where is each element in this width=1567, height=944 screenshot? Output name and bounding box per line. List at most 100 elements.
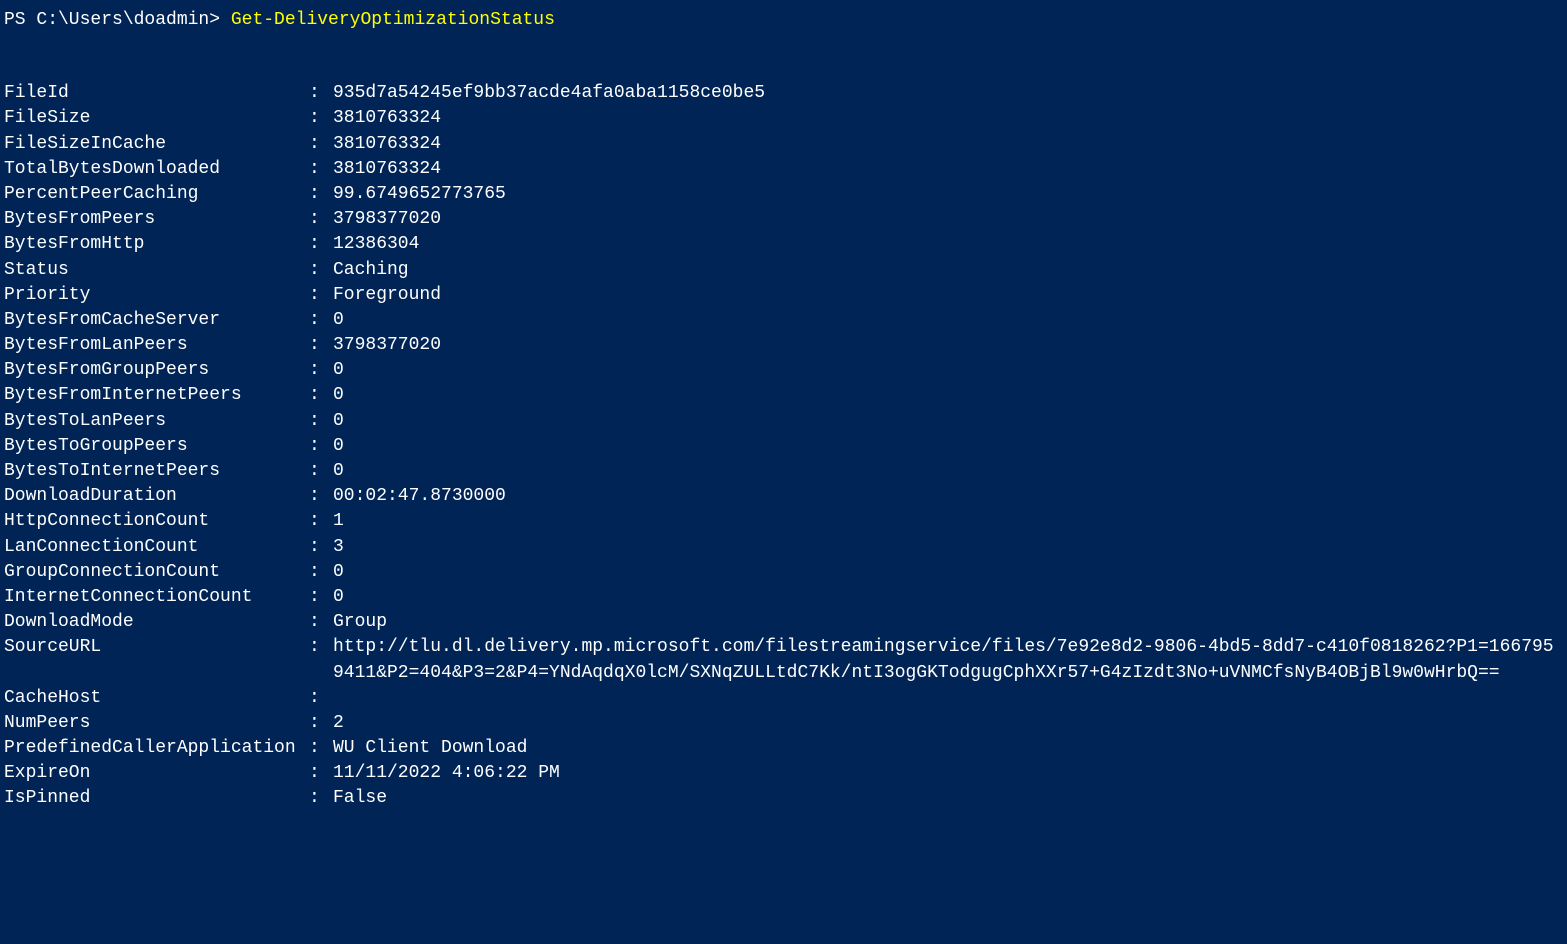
field-name: BytesToInternetPeers (4, 459, 309, 484)
field-value: Caching (333, 258, 1563, 283)
field-name: BytesFromPeers (4, 207, 309, 232)
field-separator: : (309, 333, 333, 358)
field-name: BytesToLanPeers (4, 409, 309, 434)
output-row: InternetConnectionCount: 0 (4, 585, 1563, 610)
field-value: 3798377020 (333, 207, 1563, 232)
field-value: False (333, 786, 1563, 811)
output-row: FileId: 935d7a54245ef9bb37acde4afa0aba11… (4, 81, 1563, 106)
field-value: 3798377020 (333, 333, 1563, 358)
field-name: GroupConnectionCount (4, 560, 309, 585)
field-separator: : (309, 283, 333, 308)
field-value: 3 (333, 535, 1563, 560)
field-name: FileId (4, 81, 309, 106)
field-name: ExpireOn (4, 761, 309, 786)
field-name: BytesFromCacheServer (4, 308, 309, 333)
powershell-terminal[interactable]: PS C:\Users\doadmin> Get-DeliveryOptimiz… (4, 8, 1563, 812)
output-row: BytesFromHttp: 12386304 (4, 232, 1563, 257)
output-row: DownloadDuration: 00:02:47.8730000 (4, 484, 1563, 509)
field-separator: : (309, 535, 333, 560)
field-name: BytesFromLanPeers (4, 333, 309, 358)
field-value: WU Client Download (333, 736, 1563, 761)
field-separator: : (309, 157, 333, 182)
field-name: DownloadMode (4, 610, 309, 635)
field-name: BytesFromInternetPeers (4, 383, 309, 408)
field-value: Group (333, 610, 1563, 635)
field-separator: : (309, 106, 333, 131)
field-value: 0 (333, 308, 1563, 333)
output-row: BytesFromGroupPeers: 0 (4, 358, 1563, 383)
output-row: IsPinned: False (4, 786, 1563, 811)
field-name: FileSize (4, 106, 309, 131)
output-row: GroupConnectionCount: 0 (4, 560, 1563, 585)
field-name: TotalBytesDownloaded (4, 157, 309, 182)
output-row: CacheHost: (4, 686, 1563, 711)
field-separator: : (309, 409, 333, 434)
field-name: CacheHost (4, 686, 309, 711)
output-row: Priority: Foreground (4, 283, 1563, 308)
field-name: IsPinned (4, 786, 309, 811)
command-text: Get-DeliveryOptimizationStatus (231, 8, 555, 33)
field-value: 12386304 (333, 232, 1563, 257)
field-value: 11/11/2022 4:06:22 PM (333, 761, 1563, 786)
output-row: TotalBytesDownloaded: 3810763324 (4, 157, 1563, 182)
field-name: BytesToGroupPeers (4, 434, 309, 459)
field-value: 3810763324 (333, 157, 1563, 182)
field-value: 0 (333, 434, 1563, 459)
field-name: SourceURL (4, 635, 309, 660)
field-name: Status (4, 258, 309, 283)
field-name: BytesFromGroupPeers (4, 358, 309, 383)
field-separator: : (309, 232, 333, 257)
output-row: Status: Caching (4, 258, 1563, 283)
field-separator: : (309, 459, 333, 484)
output-row: PredefinedCallerApplication: WU Client D… (4, 736, 1563, 761)
output-row: SourceURL: http://tlu.dl.delivery.mp.mic… (4, 635, 1563, 685)
field-value: 3810763324 (333, 132, 1563, 157)
output-row: BytesFromLanPeers: 3798377020 (4, 333, 1563, 358)
field-value: 2 (333, 711, 1563, 736)
field-name: NumPeers (4, 711, 309, 736)
command-output: FileId: 935d7a54245ef9bb37acde4afa0aba11… (4, 81, 1563, 811)
field-value: 0 (333, 358, 1563, 383)
field-name: InternetConnectionCount (4, 585, 309, 610)
field-separator: : (309, 585, 333, 610)
field-value: 0 (333, 585, 1563, 610)
field-separator: : (309, 786, 333, 811)
field-name: PercentPeerCaching (4, 182, 309, 207)
field-separator: : (309, 711, 333, 736)
field-value: 99.6749652773765 (333, 182, 1563, 207)
field-name: LanConnectionCount (4, 535, 309, 560)
output-row: BytesToLanPeers: 0 (4, 409, 1563, 434)
output-row: BytesFromInternetPeers: 0 (4, 383, 1563, 408)
output-row: FileSize: 3810763324 (4, 106, 1563, 131)
field-separator: : (309, 509, 333, 534)
field-name: DownloadDuration (4, 484, 309, 509)
output-row: PercentPeerCaching: 99.6749652773765 (4, 182, 1563, 207)
output-row: BytesFromCacheServer: 0 (4, 308, 1563, 333)
field-value: 0 (333, 383, 1563, 408)
output-row: DownloadMode: Group (4, 610, 1563, 635)
output-row: LanConnectionCount: 3 (4, 535, 1563, 560)
field-value: 0 (333, 560, 1563, 585)
output-row: BytesToGroupPeers: 0 (4, 434, 1563, 459)
field-separator: : (309, 308, 333, 333)
field-name: Priority (4, 283, 309, 308)
field-separator: : (309, 182, 333, 207)
field-separator: : (309, 132, 333, 157)
field-separator: : (309, 610, 333, 635)
output-row: BytesFromPeers: 3798377020 (4, 207, 1563, 232)
field-name: HttpConnectionCount (4, 509, 309, 534)
field-value: 1 (333, 509, 1563, 534)
field-name: FileSizeInCache (4, 132, 309, 157)
field-separator: : (309, 686, 333, 711)
output-row: FileSizeInCache: 3810763324 (4, 132, 1563, 157)
field-separator: : (309, 484, 333, 509)
field-value: http://tlu.dl.delivery.mp.microsoft.com/… (333, 635, 1563, 685)
output-row: ExpireOn: 11/11/2022 4:06:22 PM (4, 761, 1563, 786)
field-value: 935d7a54245ef9bb37acde4afa0aba1158ce0be5 (333, 81, 1563, 106)
output-row: HttpConnectionCount: 1 (4, 509, 1563, 534)
field-name: BytesFromHttp (4, 232, 309, 257)
field-separator: : (309, 207, 333, 232)
field-value: 3810763324 (333, 106, 1563, 131)
field-separator: : (309, 258, 333, 283)
output-row: BytesToInternetPeers: 0 (4, 459, 1563, 484)
